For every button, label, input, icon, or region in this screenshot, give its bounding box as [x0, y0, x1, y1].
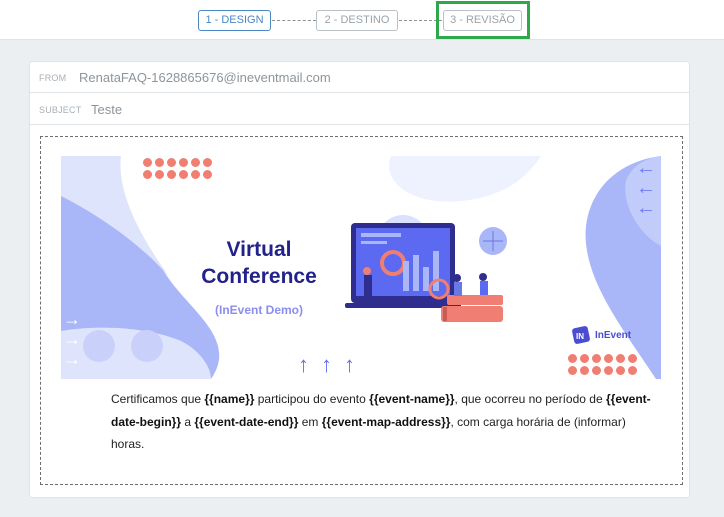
- left-arrow-icon: ←: [636, 197, 656, 219]
- banner-title: Virtual Conference: [197, 236, 321, 290]
- step-design[interactable]: 1 - DESIGN: [198, 10, 271, 31]
- certificate-text: Certificamos que {{name}} participou do …: [61, 379, 661, 465]
- from-label: FROM: [39, 73, 67, 83]
- step-destino[interactable]: 2 - DESTINO: [316, 10, 398, 31]
- variable-event-date-end: {{event-date-end}}: [194, 414, 299, 429]
- text-fragment: , que ocorreu no período de: [454, 392, 606, 406]
- event-banner: Virtual Conference (InEvent Demo) ← ← ← …: [61, 156, 661, 379]
- inevent-logo-mark: IN: [572, 326, 590, 344]
- conference-illustration: [345, 215, 507, 322]
- email-preview-card: FROM RenataFAQ-1628865676@ineventmail.co…: [29, 61, 690, 498]
- left-arrow-icon: ←: [636, 177, 656, 199]
- wizard-steps: 1 - DESIGN 2 - DESTINO 3 - REVISÃO: [0, 0, 724, 40]
- text-fragment: a: [181, 414, 195, 429]
- inevent-logo-text: InEvent: [595, 330, 632, 341]
- up-arrow-icon: ↑: [321, 352, 332, 377]
- banner-subtitle: (InEvent Demo): [214, 303, 303, 317]
- left-arrow-icon: ←: [636, 157, 656, 179]
- svg-text:IN: IN: [576, 332, 584, 341]
- inevent-logo: IN InEvent: [570, 324, 640, 350]
- variable-name: {{name}}: [204, 392, 255, 406]
- text-fragment: em: [298, 414, 322, 429]
- subject-field: SUBJECT Teste: [30, 94, 689, 125]
- step-connector: [272, 20, 316, 21]
- email-body-preview: Virtual Conference (InEvent Demo) ← ← ← …: [40, 136, 683, 485]
- decorative-dots: [568, 354, 640, 378]
- from-field: FROM RenataFAQ-1628865676@ineventmail.co…: [30, 62, 689, 93]
- right-arrow-icon: →: [63, 329, 81, 349]
- up-arrow-icon: ↑: [344, 352, 355, 377]
- variable-event-map-address: {{event-map-address}}: [321, 414, 451, 429]
- text-fragment: Certificamos que: [111, 392, 205, 406]
- text-fragment: participou do evento: [254, 392, 370, 406]
- right-arrow-icon: →: [63, 349, 81, 369]
- right-arrow-icon: →: [63, 309, 81, 329]
- banner-title-line2: Conference: [201, 265, 317, 288]
- up-arrow-icon: ↑: [298, 352, 309, 377]
- banner-title-line1: Virtual: [226, 238, 292, 261]
- variable-event-name: {{event-name}}: [369, 392, 455, 406]
- subject-label: SUBJECT: [39, 105, 82, 115]
- decorative-dots: [143, 158, 215, 182]
- from-value: RenataFAQ-1628865676@ineventmail.com: [79, 70, 331, 85]
- highlight-box: [436, 1, 530, 39]
- subject-value: Teste: [91, 102, 123, 117]
